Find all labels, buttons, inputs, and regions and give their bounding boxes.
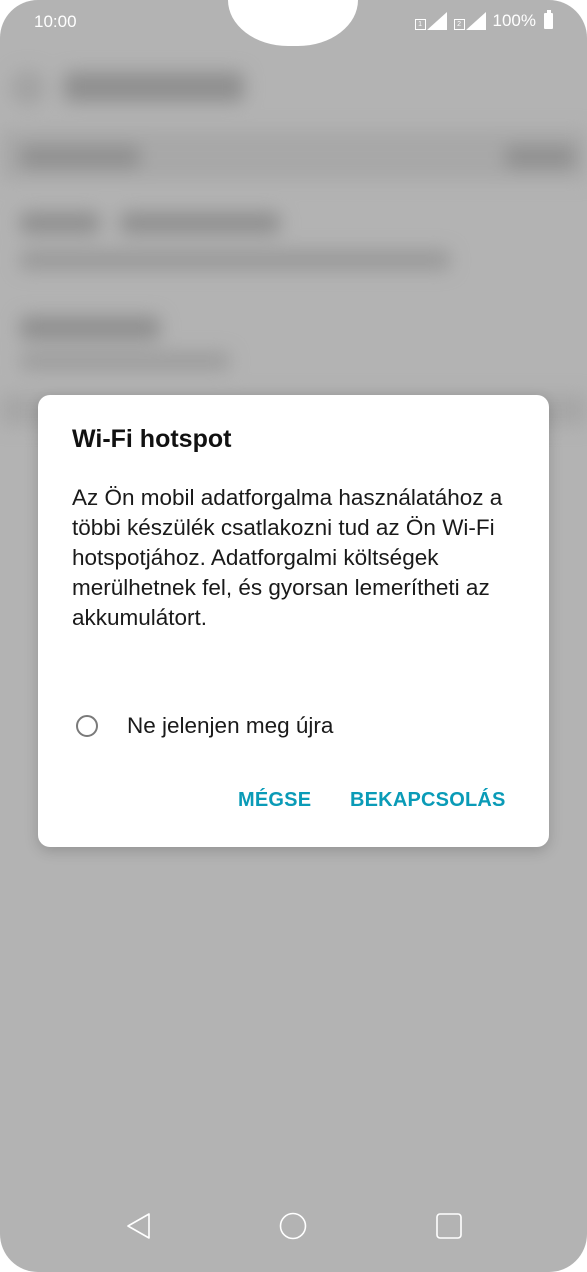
battery-percent: 100% <box>492 11 536 30</box>
battery-icon <box>544 10 553 29</box>
cancel-button[interactable]: MÉGSE <box>238 789 311 812</box>
dont-show-again-label: Ne jelenjen meg újra <box>127 713 334 738</box>
sim2-tag: 2 <box>453 19 465 30</box>
status-time: 10:00 <box>34 12 77 31</box>
status-bar: 10:00 1 2 100% <box>0 0 587 44</box>
turn-on-button[interactable]: BEKAPCSOLÁS <box>350 789 506 812</box>
navigation-bar <box>0 1190 587 1272</box>
sim1-signal-icon: 1 <box>414 12 447 30</box>
sim2-signal-icon: 2 <box>453 12 486 30</box>
back-icon[interactable] <box>121 1208 157 1244</box>
phone-screen: 10:00 1 2 100% Wi-Fi hotspot Az Ön mobil… <box>0 0 587 1272</box>
status-icons: 1 2 100% <box>414 10 553 31</box>
recents-icon[interactable] <box>431 1208 467 1244</box>
wifi-hotspot-dialog: Wi-Fi hotspot Az Ön mobil adatforgalma h… <box>38 395 549 847</box>
dialog-message: Az Ön mobil adatforgalma használatához a… <box>72 485 503 630</box>
dont-show-again-radio-icon[interactable] <box>76 715 98 737</box>
home-icon[interactable] <box>275 1208 311 1244</box>
sim1-tag: 1 <box>414 19 426 30</box>
dont-show-again-option[interactable]: Ne jelenjen meg újra <box>76 709 333 743</box>
dialog-title: Wi-Fi hotspot <box>72 425 232 453</box>
